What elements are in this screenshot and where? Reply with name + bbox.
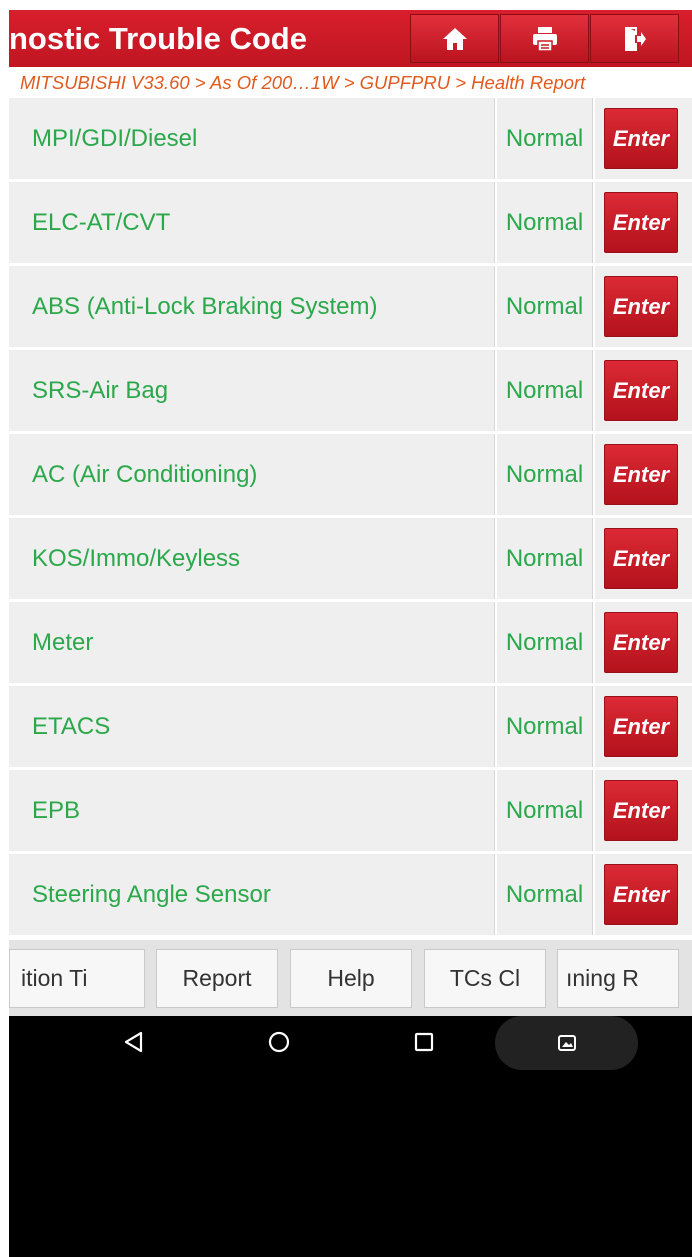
header-bar: nostic Trouble Code — [9, 10, 692, 67]
status-text: Normal — [497, 266, 593, 347]
status-text: Normal — [497, 854, 593, 935]
list-item: ETACS Normal Enter — [9, 686, 692, 770]
status-text: Normal — [497, 770, 593, 851]
status-text: Normal — [497, 686, 593, 767]
exit-button[interactable] — [590, 14, 679, 63]
bottom-toolbar: ition Ti Report Help TCs Cl ıning R — [9, 940, 692, 1016]
list-item: AC (Air Conditioning) Normal Enter — [9, 434, 692, 518]
list-item: Meter Normal Enter — [9, 602, 692, 686]
status-text: Normal — [497, 518, 593, 599]
action-cell: Enter — [595, 686, 692, 767]
system-name: Steering Angle Sensor — [9, 854, 495, 935]
status-text: Normal — [497, 434, 593, 515]
action-cell: Enter — [595, 98, 692, 179]
image-icon — [557, 1035, 576, 1051]
print-button[interactable] — [500, 14, 589, 63]
page-title: nostic Trouble Code — [9, 21, 307, 56]
enter-button[interactable]: Enter — [604, 192, 678, 253]
list-item: Steering Angle Sensor Normal Enter — [9, 854, 692, 938]
action-cell: Enter — [595, 770, 692, 851]
system-list: MPI/GDI/Diesel Normal Enter ELC-AT/CVT N… — [9, 98, 692, 940]
enter-button[interactable]: Enter — [604, 360, 678, 421]
enter-button[interactable]: Enter — [604, 612, 678, 673]
breadcrumb: MITSUBISHI V33.60 > As Of 200…1W > GUPFP… — [9, 67, 692, 98]
action-cell: Enter — [595, 518, 692, 599]
action-cell: Enter — [595, 266, 692, 347]
enter-button[interactable]: Enter — [604, 864, 678, 925]
list-item: KOS/Immo/Keyless Normal Enter — [9, 518, 692, 602]
back-icon[interactable] — [122, 1030, 144, 1054]
system-name: ABS (Anti-Lock Braking System) — [9, 266, 495, 347]
status-text: Normal — [497, 602, 593, 683]
list-item: MPI/GDI/Diesel Normal Enter — [9, 98, 692, 182]
screenshot-pill[interactable] — [495, 1016, 638, 1070]
list-item: ABS (Anti-Lock Braking System) Normal En… — [9, 266, 692, 350]
toolbar-button-partial-left[interactable]: ition Ti — [9, 949, 145, 1008]
toolbar-button-partial-right[interactable]: ıning R — [557, 949, 679, 1008]
recents-icon[interactable] — [413, 1030, 435, 1054]
enter-button[interactable]: Enter — [604, 528, 678, 589]
enter-button[interactable]: Enter — [604, 780, 678, 841]
print-icon — [532, 26, 557, 52]
system-name: AC (Air Conditioning) — [9, 434, 495, 515]
action-cell: Enter — [595, 854, 692, 935]
system-name: ELC-AT/CVT — [9, 182, 495, 263]
list-item: ELC-AT/CVT Normal Enter — [9, 182, 692, 266]
exit-icon — [624, 26, 646, 51]
system-name: EPB — [9, 770, 495, 851]
status-text: Normal — [497, 182, 593, 263]
system-name: KOS/Immo/Keyless — [9, 518, 495, 599]
system-name: Meter — [9, 602, 495, 683]
status-text: Normal — [497, 350, 593, 431]
action-cell: Enter — [595, 182, 692, 263]
toolbar-button-tcs[interactable]: TCs Cl — [424, 949, 546, 1008]
report-button[interactable]: Report — [156, 949, 278, 1008]
enter-button[interactable]: Enter — [604, 276, 678, 337]
enter-button[interactable]: Enter — [604, 108, 678, 169]
status-text: Normal — [497, 98, 593, 179]
action-cell: Enter — [595, 350, 692, 431]
help-button[interactable]: Help — [290, 949, 412, 1008]
system-name: MPI/GDI/Diesel — [9, 98, 495, 179]
list-item: EPB Normal Enter — [9, 770, 692, 854]
system-name: ETACS — [9, 686, 495, 767]
action-cell: Enter — [595, 602, 692, 683]
enter-button[interactable]: Enter — [604, 696, 678, 757]
android-nav-bar — [9, 1016, 692, 1257]
home-icon — [442, 27, 467, 50]
home-nav-icon[interactable] — [267, 1030, 291, 1054]
list-item: SRS-Air Bag Normal Enter — [9, 350, 692, 434]
action-cell: Enter — [595, 434, 692, 515]
system-name: SRS-Air Bag — [9, 350, 495, 431]
enter-button[interactable]: Enter — [604, 444, 678, 505]
home-button[interactable] — [410, 14, 499, 63]
